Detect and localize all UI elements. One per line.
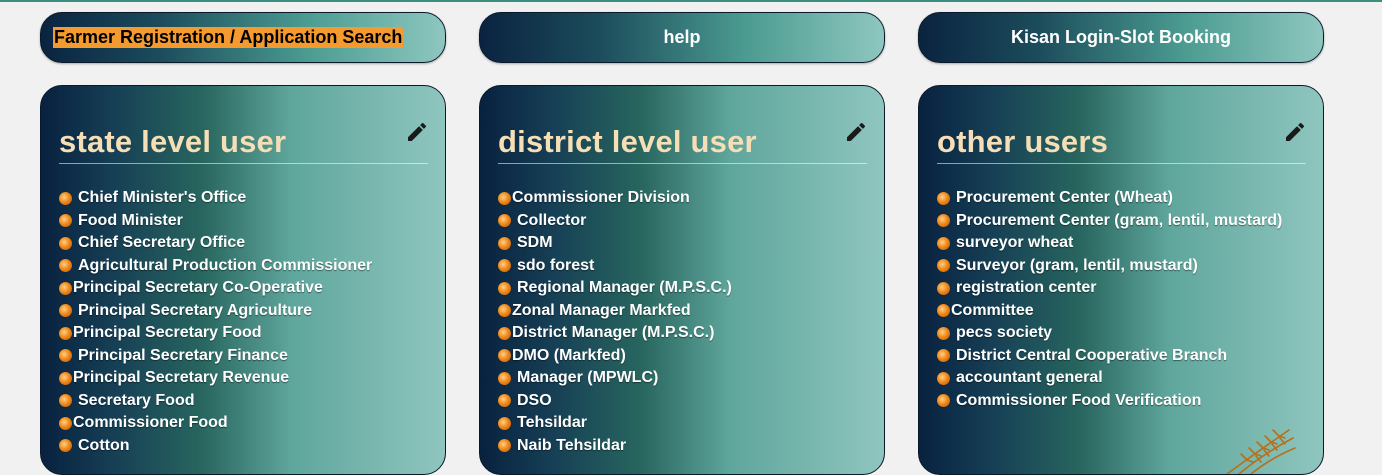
list-item[interactable]: accountant general [937,367,1282,390]
list-item[interactable]: Principal Secretary Agriculture [59,300,372,323]
bullet-icon [498,371,511,385]
bullet-icon [59,259,72,273]
bullet-icon [498,416,511,430]
list-item[interactable]: Zonal Manager Markfed [498,300,732,323]
bullet-icon [59,281,72,295]
bullet-icon [937,349,950,363]
other-users-card: other users Procurement Center (Wheat) P… [918,85,1324,475]
bullet-icon [498,214,511,228]
list-item[interactable]: Committee [937,300,1282,323]
kisan-login-label: Kisan Login-Slot Booking [1011,27,1231,47]
title-divider [59,163,428,164]
bullet-icon [498,191,511,205]
card-title: other users [937,124,1109,159]
list-item[interactable]: Principal Secretary Revenue [59,367,372,390]
list-item[interactable]: pecs society [937,322,1282,345]
farmer-registration-button[interactable]: Farmer Registration / Application Search [40,12,446,63]
list-item[interactable]: surveyor wheat [937,232,1282,255]
list-item[interactable]: District Central Cooperative Branch [937,345,1282,368]
list-item[interactable]: Procurement Center (gram, lentil, mustar… [937,210,1282,233]
bullet-icon [498,394,511,408]
bullet-icon [937,326,950,340]
bullet-icon [59,394,72,408]
list-item[interactable]: District Manager (M.P.S.C.) [498,322,732,345]
list-item[interactable]: Naib Tehsildar [498,435,732,458]
title-divider [498,163,867,164]
kisan-login-button[interactable]: Kisan Login-Slot Booking [918,12,1324,63]
list-item[interactable]: Surveyor (gram, lentil, mustard) [937,255,1282,278]
bullet-icon [937,371,950,385]
bullet-icon [937,394,950,408]
bullet-icon [937,236,950,250]
bullet-icon [59,191,72,205]
district-user-list: Commissioner Division Collector SDM sdo … [498,187,732,457]
bullet-icon [937,214,950,228]
bullet-icon [498,281,511,295]
district-level-user-card: district level user Commissioner Divisio… [479,85,885,475]
bullet-icon [59,349,72,363]
wheat-decoration-icon [1226,429,1296,474]
bullet-icon [498,304,511,318]
pencil-icon[interactable] [1283,120,1307,144]
list-item[interactable]: Chief Secretary Office [59,232,372,255]
list-item[interactable]: DSO [498,390,732,413]
bullet-icon [498,349,511,363]
list-item[interactable]: Commissioner Division [498,187,732,210]
bullet-icon [59,371,72,385]
list-item[interactable]: sdo forest [498,255,732,278]
list-item[interactable]: Manager (MPWLC) [498,367,732,390]
help-button[interactable]: help [479,12,885,63]
other-user-list: Procurement Center (Wheat) Procurement C… [937,187,1282,412]
list-item[interactable]: Agricultural Production Commissioner [59,255,372,278]
bullet-icon [937,281,950,295]
list-item[interactable]: Food Minister [59,210,372,233]
list-item[interactable]: Regional Manager (M.P.S.C.) [498,277,732,300]
list-item[interactable]: Collector [498,210,732,233]
list-item[interactable]: registration center [937,277,1282,300]
title-divider [937,163,1306,164]
pencil-icon[interactable] [844,120,868,144]
list-item[interactable]: Tehsildar [498,412,732,435]
bullet-icon [59,439,72,453]
bullet-icon [498,259,511,273]
list-item[interactable]: Commissioner Food [59,412,372,435]
list-item[interactable]: Principal Secretary Co-Operative [59,277,372,300]
bullet-icon [59,416,72,430]
bullet-icon [59,304,72,318]
list-item[interactable]: Commissioner Food Verification [937,390,1282,413]
state-user-list: Chief Minister's Office Food Minister Ch… [59,187,372,457]
pencil-icon[interactable] [405,120,429,144]
list-item[interactable]: Cotton [59,435,372,458]
bullet-icon [937,304,950,318]
list-item[interactable]: Procurement Center (Wheat) [937,187,1282,210]
top-accent-line [0,0,1382,2]
help-label: help [663,27,701,47]
bullet-icon [59,326,72,340]
bullet-icon [59,236,72,250]
bullet-icon [498,439,511,453]
list-item[interactable]: Secretary Food [59,390,372,413]
bullet-icon [498,236,511,250]
bullet-icon [59,214,72,228]
card-title: district level user [498,124,757,159]
list-item[interactable]: SDM [498,232,732,255]
bullet-icon [937,259,950,273]
farmer-registration-label: Farmer Registration / Application Search [53,27,404,48]
state-level-user-card: state level user Chief Minister's Office… [40,85,446,475]
bullet-icon [937,191,950,205]
bullet-icon [498,326,511,340]
card-title: state level user [59,124,287,159]
list-item[interactable]: Principal Secretary Food [59,322,372,345]
list-item[interactable]: Chief Minister's Office [59,187,372,210]
list-item[interactable]: Principal Secretary Finance [59,345,372,368]
list-item[interactable]: DMO (Markfed) [498,345,732,368]
